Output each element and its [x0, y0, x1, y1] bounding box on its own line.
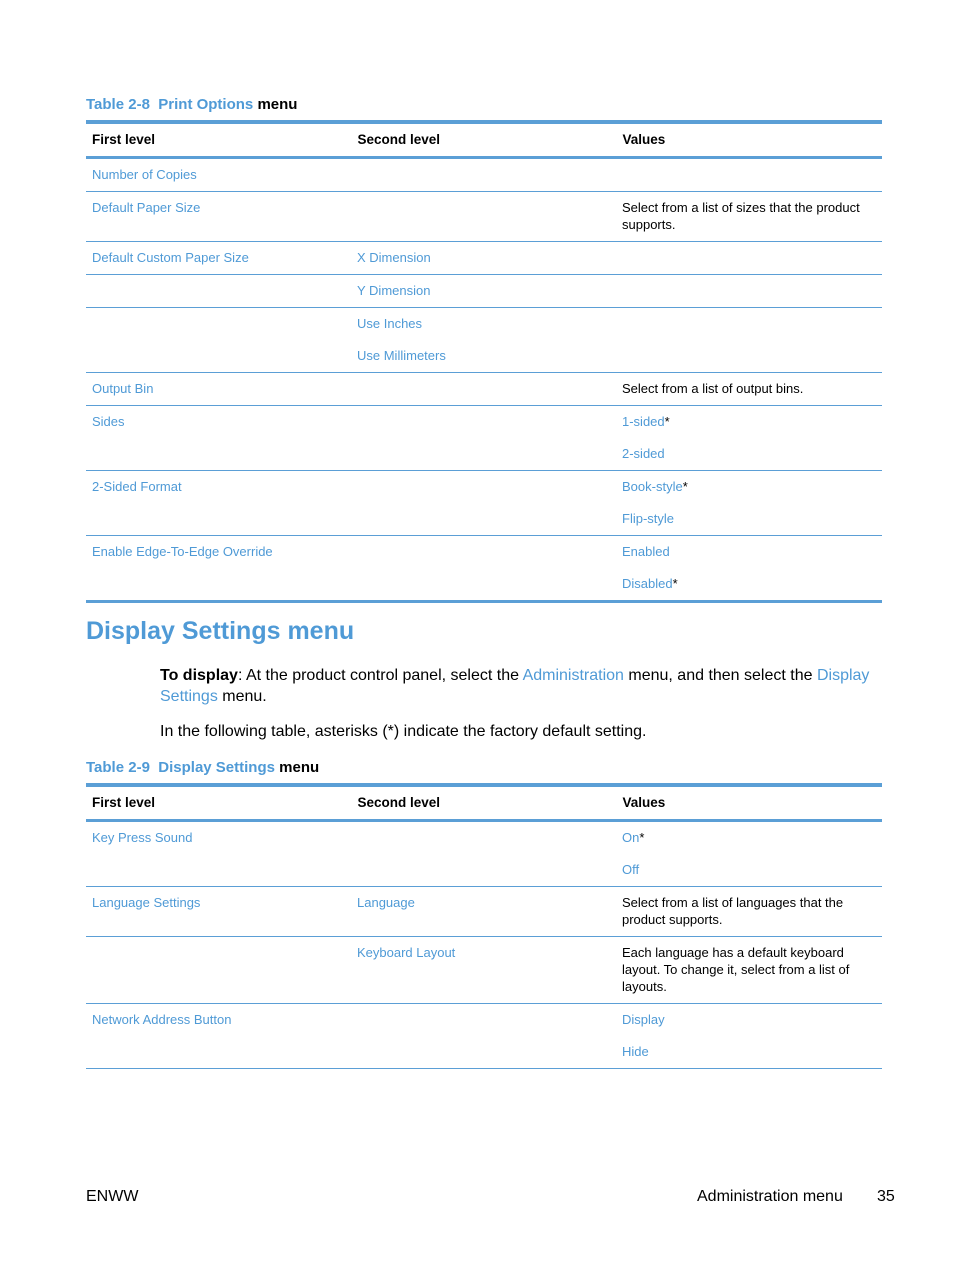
intro-paragraph: To display: At the product control panel… [160, 665, 880, 707]
table-row: Enable Edge-To-Edge Override Enabled Dis… [86, 535, 882, 603]
submenu-item-language[interactable]: Language [357, 895, 415, 910]
menu-item-network-address-button[interactable]: Network Address Button [92, 1012, 231, 1027]
print-options-table: First level Second level Values Number o… [86, 120, 882, 603]
table-menu-name: Print Options [158, 96, 254, 113]
default-marker: * [682, 479, 688, 494]
value-option-flip-style[interactable]: Flip-style [622, 511, 674, 526]
column-header-values: Values [615, 120, 882, 159]
table-row: Sides 1-sided* 2-sided [86, 405, 882, 471]
value-option-hide[interactable]: Hide [622, 1044, 649, 1059]
table-row: Default Custom Paper Size X Dimension [86, 241, 882, 275]
intro-text: menu. [217, 688, 267, 705]
footer-section-name: Administration menu [697, 1188, 843, 1205]
value-option-2-sided[interactable]: 2-sided [622, 446, 665, 461]
table-row: Y Dimension [86, 274, 882, 308]
submenu-item-x-dimension[interactable]: X Dimension [357, 250, 431, 265]
table-header-row: First level Second level Values [86, 120, 882, 159]
value-option-disabled[interactable]: Disabled [622, 576, 673, 591]
table-caption-suffix: menu [257, 96, 298, 113]
value-option-enabled[interactable]: Enabled [622, 544, 670, 559]
table-row: Output Bin Select from a list of output … [86, 372, 882, 406]
intro-text: : At the product control panel, select t… [237, 667, 523, 684]
menu-item-2-sided-format[interactable]: 2-Sided Format [92, 479, 182, 494]
default-note: In the following table, asterisks (*) in… [160, 723, 647, 740]
menu-item-default-paper-size[interactable]: Default Paper Size [92, 200, 200, 215]
display-settings-table: First level Second level Values Key Pres… [86, 783, 882, 1069]
default-marker: * [672, 576, 678, 591]
table-row: Network Address Button Display Hide [86, 1003, 882, 1069]
table-menu-name: Display Settings [158, 759, 275, 776]
submenu-item-use-inches[interactable]: Use Inches [357, 315, 610, 332]
value-description: Select from a list of output bins. [622, 381, 804, 396]
column-header-second-level: Second level [350, 120, 616, 159]
table-number: Table 2-8 [86, 96, 150, 113]
default-marker: * [639, 830, 645, 845]
intro-lead: To display [160, 667, 238, 684]
column-header-first-level: First level [86, 120, 351, 159]
table-2-9-caption: Table 2-9 Display Settings menu [86, 759, 319, 776]
value-option-display[interactable]: Display [622, 1012, 665, 1027]
submenu-item-use-millimeters[interactable]: Use Millimeters [357, 347, 610, 364]
table-row: Default Paper Size Select from a list of… [86, 191, 882, 242]
column-header-first-level: First level [86, 783, 351, 822]
submenu-item-y-dimension[interactable]: Y Dimension [357, 283, 430, 298]
table-row: 2-Sided Format Book-style* Flip-style [86, 470, 882, 536]
column-header-second-level: Second level [350, 783, 616, 822]
value-option-1-sided[interactable]: 1-sided [622, 414, 665, 429]
menu-item-enable-edge-to-edge-override[interactable]: Enable Edge-To-Edge Override [92, 544, 273, 559]
menu-item-output-bin[interactable]: Output Bin [92, 381, 153, 396]
value-description: Select from a list of languages that the… [622, 895, 844, 927]
column-header-values: Values [615, 783, 882, 822]
value-description: Select from a list of sizes that the pro… [622, 200, 860, 232]
value-option-book-style[interactable]: Book-style [622, 479, 683, 494]
intro-text: menu, and then select the [623, 667, 817, 684]
value-option-off[interactable]: Off [622, 862, 639, 877]
value-option-on[interactable]: On [622, 830, 639, 845]
menu-item-key-press-sound[interactable]: Key Press Sound [92, 830, 192, 845]
menu-item-default-custom-paper-size[interactable]: Default Custom Paper Size [92, 250, 249, 265]
table-2-8-caption: Table 2-8 Print Options menu [86, 96, 297, 113]
menu-item-sides[interactable]: Sides [92, 414, 125, 429]
table-row: Key Press Sound On* Off [86, 820, 882, 887]
default-marker: * [664, 414, 670, 429]
footer-locale: ENWW [86, 1188, 139, 1205]
table-caption-suffix: menu [279, 759, 320, 776]
table-row: Use Inches Use Millimeters [86, 307, 882, 373]
table-number: Table 2-9 [86, 759, 150, 776]
submenu-item-keyboard-layout[interactable]: Keyboard Layout [357, 945, 455, 960]
table-row: Language Settings Language Select from a… [86, 886, 882, 937]
menu-item-language-settings[interactable]: Language Settings [92, 895, 200, 910]
section-heading: Display Settings menu [86, 617, 355, 645]
link-administration[interactable]: Administration [523, 667, 624, 684]
value-description: Each language has a default keyboard lay… [622, 945, 850, 994]
table-row: Keyboard Layout Each language has a defa… [86, 936, 882, 1004]
table-row: Number of Copies [86, 157, 882, 192]
menu-item-number-of-copies[interactable]: Number of Copies [92, 167, 197, 182]
page-number: 35 [877, 1188, 895, 1205]
table-header-row: First level Second level Values [86, 783, 882, 822]
